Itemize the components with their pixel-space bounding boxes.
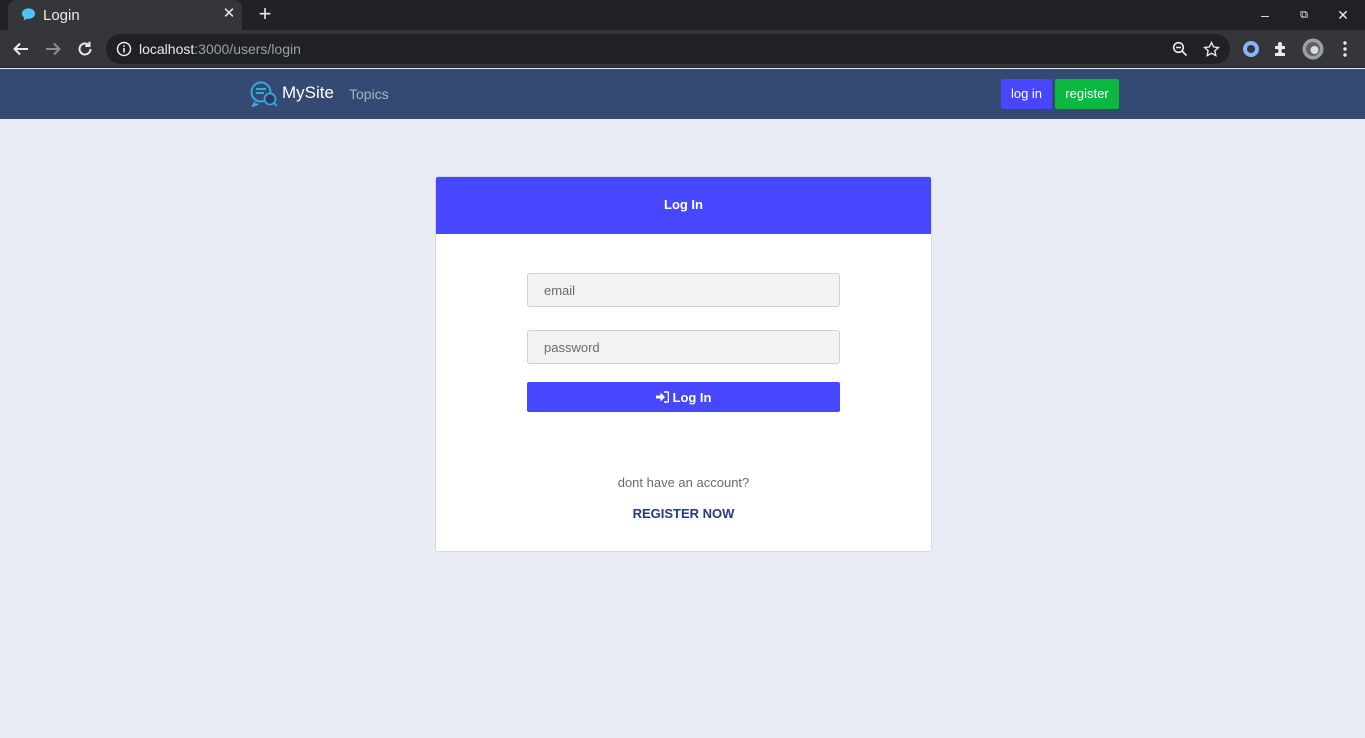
- url-host: localhost: [139, 41, 195, 57]
- login-card-header: Log In: [436, 177, 931, 234]
- chat-logo-icon[interactable]: [250, 81, 278, 107]
- zoom-icon[interactable]: [1171, 40, 1189, 58]
- tab-title: Login: [43, 7, 80, 24]
- new-tab-icon[interactable]: +: [255, 3, 275, 25]
- chat-bubble-icon: [21, 8, 36, 21]
- browser-toolbar: localhost:3000/users/login: [0, 30, 1365, 68]
- back-icon[interactable]: [10, 38, 32, 60]
- restore-icon[interactable]: ⧉: [1294, 5, 1314, 25]
- star-icon[interactable]: [1202, 40, 1220, 58]
- forward-icon[interactable]: [42, 38, 64, 60]
- login-card: Log In Log In dont have an account? REGI…: [435, 176, 932, 552]
- nav-link-topics[interactable]: Topics: [349, 86, 389, 102]
- window-close-icon[interactable]: ✕: [1333, 5, 1353, 25]
- nav-register-button[interactable]: register: [1055, 79, 1119, 109]
- password-input[interactable]: [527, 330, 840, 364]
- menu-kebab-icon[interactable]: [1334, 38, 1356, 60]
- browser-tab[interactable]: Login ✕: [8, 0, 242, 30]
- extension-icon[interactable]: [1240, 38, 1262, 60]
- sign-in-icon: [655, 391, 669, 403]
- address-bar[interactable]: localhost:3000/users/login: [106, 34, 1230, 64]
- email-input[interactable]: [527, 273, 840, 307]
- login-submit-button[interactable]: Log In: [527, 382, 840, 412]
- reload-icon[interactable]: [74, 38, 96, 60]
- minimize-icon[interactable]: –: [1255, 5, 1275, 25]
- site-brand[interactable]: MySite: [282, 83, 334, 103]
- close-tab-icon[interactable]: ✕: [221, 6, 237, 22]
- profile-avatar-icon[interactable]: [1302, 38, 1324, 60]
- url-text[interactable]: localhost:3000/users/login: [139, 41, 301, 57]
- site-navbar: MySite Topics log in register: [0, 69, 1365, 119]
- puzzle-icon[interactable]: [1270, 38, 1292, 60]
- login-submit-label: Log In: [672, 389, 712, 405]
- browser-tab-bar: Login ✕ + – ⧉ ✕: [0, 0, 1365, 30]
- register-now-link[interactable]: REGISTER NOW: [436, 506, 931, 521]
- no-account-prompt: dont have an account?: [617, 475, 750, 490]
- info-icon[interactable]: [116, 41, 132, 57]
- nav-login-button[interactable]: log in: [1001, 79, 1052, 109]
- url-path: :3000/users/login: [194, 41, 301, 57]
